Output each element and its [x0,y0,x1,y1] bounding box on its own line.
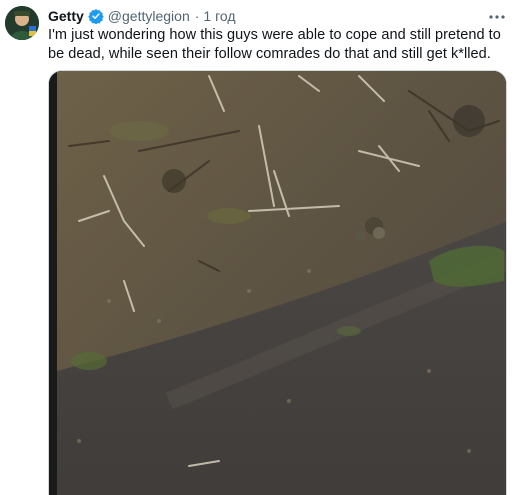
timestamp[interactable]: 1 год [203,6,235,26]
video-thumbnail [49,71,506,495]
verified-badge-icon [88,8,104,25]
display-name[interactable]: Getty [48,6,84,26]
separator-dot: · [194,8,200,24]
tweet[interactable]: Getty @gettylegion · 1 год I'm just wond… [0,0,516,495]
tweet-header: Getty @gettylegion · 1 год [48,6,236,26]
avatar[interactable] [5,6,39,40]
video-player[interactable] [48,70,507,495]
user-handle[interactable]: @gettylegion [108,6,190,26]
more-options-icon [488,7,506,25]
more-options-button[interactable] [486,7,508,25]
tweet-text: I'm just wondering how this guys were ab… [48,27,501,62]
